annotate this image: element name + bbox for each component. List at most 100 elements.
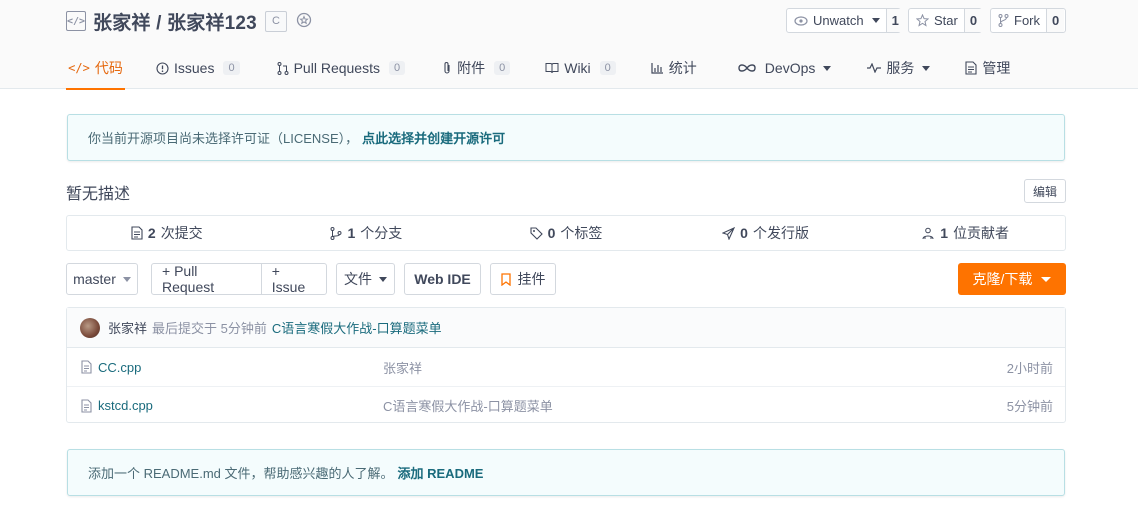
commits-stat[interactable]: 2 次提交	[67, 216, 267, 250]
contributors-icon	[922, 227, 934, 239]
repo-name[interactable]: 张家祥 / 张家祥123	[93, 8, 257, 35]
widget-label: 挂件	[517, 271, 546, 287]
web-ide-button[interactable]: Web IDE	[404, 263, 481, 295]
tab-attachments-count: 0	[494, 61, 511, 75]
readme-notice-text: 添加一个 README.md 文件，帮助感兴趣的人了解。	[88, 466, 394, 481]
avatar[interactable]	[80, 317, 100, 338]
fork-icon	[998, 14, 1009, 27]
watch-count[interactable]: 1	[885, 9, 904, 32]
tab-manage-label: 管理	[982, 60, 1011, 76]
tab-manage[interactable]: 管理	[965, 47, 1010, 89]
branch-select-label: master	[73, 271, 116, 287]
code-icon: </>	[68, 61, 90, 75]
star-count[interactable]: 0	[963, 9, 983, 32]
file-icon	[81, 360, 92, 374]
fork-count[interactable]: 0	[1046, 9, 1065, 32]
chevron-down-icon	[1041, 276, 1052, 282]
tab-attachments-label: 附件	[457, 60, 486, 76]
star-label: Star	[934, 13, 958, 28]
tab-wiki[interactable]: Wiki 0	[545, 47, 616, 89]
language-badge[interactable]: C	[264, 10, 287, 32]
eye-icon	[794, 15, 808, 26]
branches-stat[interactable]: 1 个分支	[267, 216, 467, 250]
chevron-down-icon	[379, 276, 387, 282]
readme-notice: 添加一个 README.md 文件，帮助感兴趣的人了解。 添加 README	[67, 449, 1065, 496]
contributors-stat[interactable]: 1 位贡献者	[865, 216, 1065, 250]
tab-code[interactable]: </> 代码	[66, 47, 125, 90]
chevron-down-icon	[122, 276, 131, 282]
recommend-badge-icon[interactable]	[295, 12, 313, 30]
tags-label: 个标签	[560, 225, 603, 241]
tab-issues[interactable]: Issues 0	[156, 47, 240, 89]
add-readme-link[interactable]: 添加 README	[398, 463, 484, 482]
file-menu-label: 文件	[344, 271, 372, 287]
file-menu-button[interactable]: 文件	[336, 263, 395, 295]
tab-services[interactable]: 服务	[867, 47, 931, 89]
clone-download-label: 克隆/下载	[972, 271, 1033, 287]
commits-label: 次提交	[160, 225, 203, 241]
latest-commit-row: 张家祥 最后提交于 5分钟前 C语言寒假大作战-口算题菜单	[67, 308, 1065, 348]
chevron-down-icon	[871, 18, 880, 23]
commit-author[interactable]: 张家祥	[108, 318, 147, 337]
pr-issue-group: + Pull Request + Issue	[151, 263, 327, 295]
create-license-link[interactable]: 点此选择并创建开源许可	[362, 128, 505, 147]
tab-devops[interactable]: DevOps	[737, 47, 832, 89]
issue-icon	[156, 61, 169, 75]
settings-doc-icon	[965, 61, 977, 75]
chevron-down-icon	[922, 65, 931, 71]
releases-stat[interactable]: 0 个发行版	[666, 216, 866, 250]
chevron-down-icon	[823, 65, 832, 71]
table-row: kstcd.cpp C语言寒假大作战-口算题菜单 5分钟前	[67, 386, 1065, 424]
repo-description: 暂无描述	[66, 186, 131, 203]
tab-pull-requests[interactable]: Pull Requests 0	[277, 47, 406, 89]
releases-label: 个发行版	[752, 225, 809, 241]
tags-stat[interactable]: 0 个标签	[466, 216, 666, 250]
tab-stats-label: 统计	[668, 60, 697, 76]
clone-download-button[interactable]: 克隆/下载	[958, 263, 1066, 295]
tab-code-label: 代码	[94, 60, 123, 76]
send-icon	[722, 226, 736, 240]
edit-description-button[interactable]: 编辑	[1024, 179, 1066, 203]
file-commit-message[interactable]: 张家祥	[383, 358, 422, 377]
license-notice: 你当前开源项目尚未选择许可证（LICENSE）， 点此选择并创建开源许可	[67, 114, 1065, 161]
releases-count: 0	[740, 225, 748, 241]
commit-message-link[interactable]: C语言寒假大作战-口算题菜单	[272, 318, 442, 337]
commit-meta: 最后提交于 5分钟前	[152, 321, 267, 336]
file-list: 张家祥 最后提交于 5分钟前 C语言寒假大作战-口算题菜单 CC.cpp 张家祥…	[66, 307, 1066, 423]
repo-title-area: </> 张家祥 / 张家祥123 C	[66, 8, 313, 34]
license-notice-text: 你当前开源项目尚未选择许可证（LICENSE），	[88, 131, 359, 146]
bookmark-icon	[500, 272, 511, 286]
tab-issues-label: Issues	[174, 60, 215, 76]
pull-request-icon	[277, 61, 289, 75]
new-pull-request-button[interactable]: + Pull Request	[152, 263, 261, 295]
new-issue-button[interactable]: + Issue	[260, 263, 326, 295]
contributors-count: 1	[940, 225, 949, 241]
watch-label: Unwatch	[813, 13, 864, 28]
fork-label: Fork	[1014, 13, 1040, 28]
tab-pull-requests-count: 0	[388, 61, 406, 75]
contributors-label: 位贡献者	[953, 225, 1010, 241]
tab-issues-count: 0	[223, 61, 240, 75]
tags-count: 0	[547, 225, 556, 241]
infinity-icon	[738, 64, 756, 72]
widget-button[interactable]: 挂件	[490, 263, 556, 295]
file-icon	[81, 398, 92, 413]
repo-stats-bar: 2 次提交 1 个分支 0 个标签 0 个发行版 1 位贡献者	[66, 215, 1066, 251]
branches-count: 1	[347, 225, 356, 241]
file-commit-message[interactable]: C语言寒假大作战-口算题菜单	[383, 396, 553, 415]
tab-stats[interactable]: 统计	[651, 47, 697, 89]
tab-wiki-count: 0	[599, 61, 616, 75]
tab-attachments[interactable]: 附件 0	[442, 47, 511, 89]
file-name-link[interactable]: kstcd.cpp	[98, 398, 153, 413]
book-icon	[545, 63, 559, 74]
bar-chart-icon	[651, 63, 663, 74]
watch-button[interactable]: Unwatch 1	[786, 8, 904, 33]
branch-select[interactable]: master	[66, 263, 138, 295]
tag-icon	[530, 226, 543, 240]
commits-count: 2	[147, 225, 156, 241]
file-time: 5分钟前	[1006, 399, 1053, 414]
fork-button[interactable]: Fork 0	[990, 8, 1066, 33]
branches-label: 个分支	[360, 225, 403, 241]
star-button[interactable]: Star 0	[908, 8, 983, 33]
file-name-link[interactable]: CC.cpp	[98, 360, 141, 375]
